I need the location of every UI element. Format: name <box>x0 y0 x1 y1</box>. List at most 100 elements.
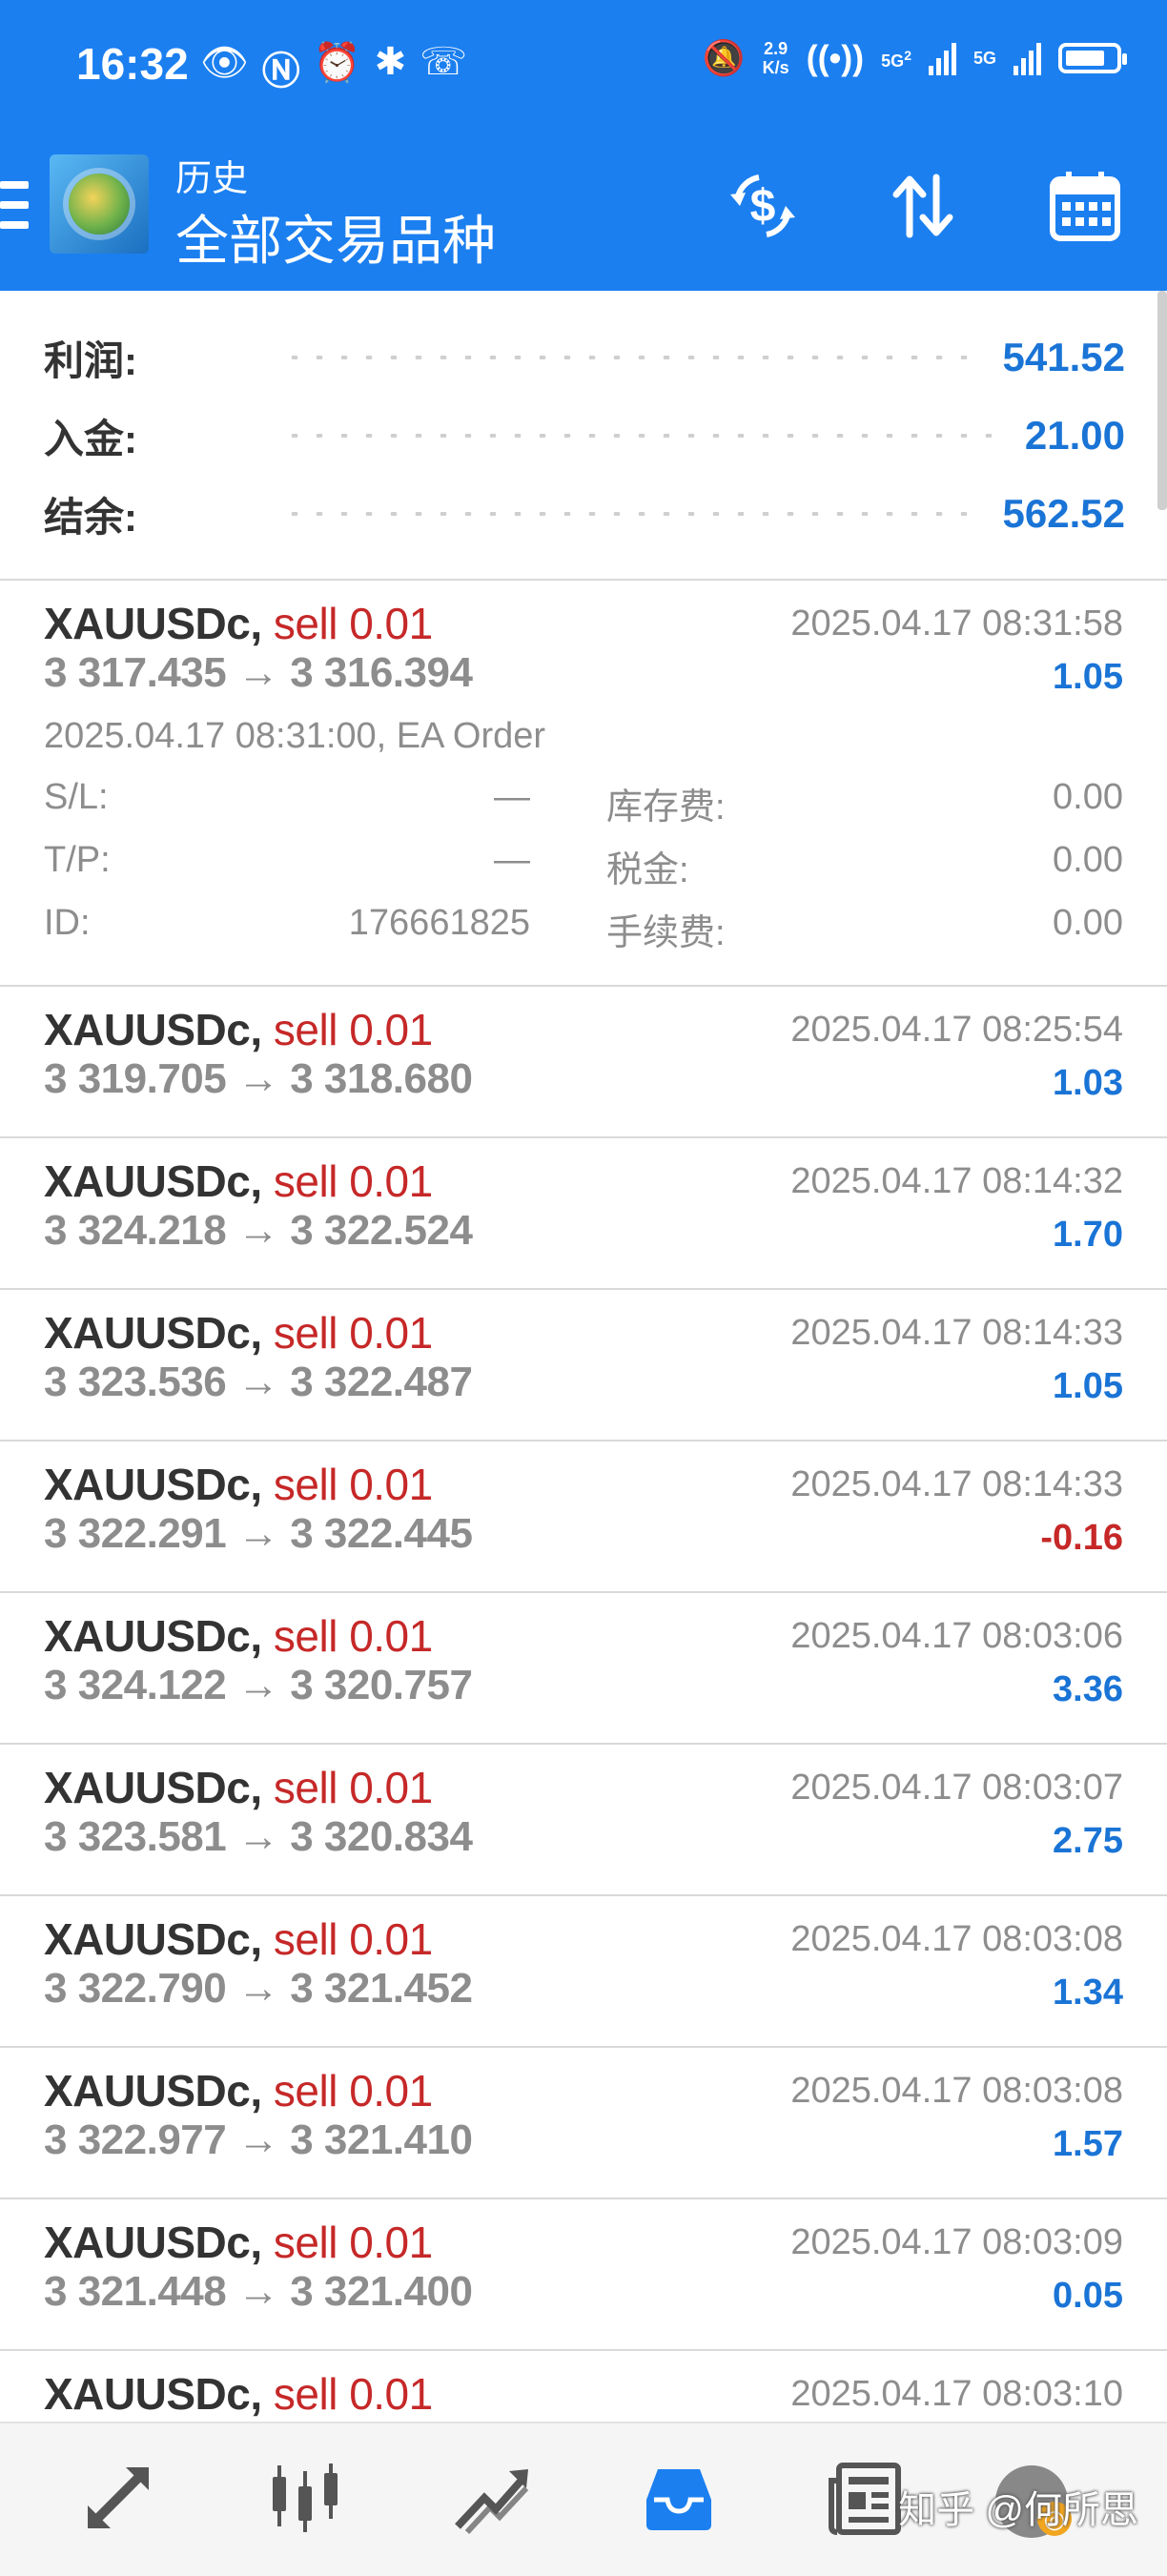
trade-row[interactable]: XAUUSDc, sell 0.01 3 324.122 → 3 320.757 2… <box>0 1593 1167 1745</box>
summary-label: 结余: <box>44 494 137 540</box>
trade-profit: -0.16 <box>1040 1518 1123 1558</box>
trade-row-expanded[interactable]: XAUUSDc, sell 0.01 3 317.435 → 3 316.394… <box>0 581 1167 987</box>
trade-row[interactable]: XAUUSDc, sell 0.01 3 321.448 → 3 321.400 2… <box>0 2199 1167 2351</box>
trade-side: sell 0.01 <box>273 1914 433 1964</box>
trade-profit: 2.75 <box>1053 1821 1123 1861</box>
status-left-icons: 👁 Ⓝ ⏰ ✱ ☏ <box>200 40 467 95</box>
net-speed: 2.9 K/s <box>763 39 789 77</box>
dollar-sync-button[interactable]: $ <box>723 166 803 246</box>
trade-profit: 1.34 <box>1053 1973 1123 2013</box>
calendar-icon <box>1050 172 1120 241</box>
detail-value: 0.00 <box>1053 903 1123 943</box>
detail-key: T/P: <box>44 840 111 880</box>
trade-row[interactable]: XAUUSDc, sell 0.01 3 322.977 → 3 321.410 2… <box>0 2048 1167 2199</box>
detail-value: 0.00 <box>1053 777 1123 817</box>
battery-icon <box>1058 43 1127 73</box>
trade-title: XAUUSDc, sell 0.01 <box>44 1913 433 1965</box>
calendar-button[interactable] <box>1045 166 1125 246</box>
trade-symbol: XAUUSDc, <box>44 1611 262 1661</box>
trade-title: XAUUSDc, sell 0.01 <box>44 598 433 649</box>
summary-value: 541.52 <box>1002 335 1125 379</box>
sim2-index: 2 <box>904 48 911 63</box>
trade-title: XAUUSDc, sell 0.01 <box>44 1610 433 1662</box>
detail-key: 税金: <box>606 850 689 890</box>
trade-row[interactable]: XAUUSDc, sell 0.01 3 323.536 → 3 322.487 2… <box>0 1290 1167 1441</box>
trade-title: XAUUSDc, sell 0.01 <box>44 2217 433 2268</box>
dotted-leader <box>282 434 996 438</box>
trade-symbol: XAUUSDc, <box>44 599 262 648</box>
trade-profit: 1.03 <box>1053 1063 1123 1103</box>
trade-prices: 3 324.218 → 3 322.524 <box>44 1207 473 1254</box>
toolbar: 历史 全部交易品种 $ <box>0 143 1167 291</box>
detail-row: ID: 176661825 手续费: 0.00 <box>44 903 1123 966</box>
app-bar: 16:32 👁 Ⓝ ⏰ ✱ ☏ 🔕 2.9 K/s ((•)) 5G2 5G 历… <box>0 0 1167 291</box>
nav-history[interactable] <box>633 2452 725 2544</box>
trade-icon <box>455 2469 529 2535</box>
trade-profit: 0.05 <box>1053 2276 1123 2316</box>
nav-trade[interactable] <box>446 2452 538 2544</box>
mute-bell-icon: 🔕 <box>702 38 746 77</box>
missed-call-icon: ☏ <box>420 41 468 83</box>
trade-symbol: XAUUSDc, <box>44 1156 262 1206</box>
trade-row[interactable]: XAUUSDc, sell 0.01 3 322.291 → 3 322.445 2… <box>0 1441 1167 1593</box>
trade-symbol: XAUUSDc, <box>44 1005 262 1054</box>
detail-value: 0.00 <box>1053 840 1123 880</box>
trade-open-info: 2025.04.17 08:31:00, EA Order <box>44 716 546 756</box>
menu-icon[interactable] <box>0 181 29 229</box>
summary-row-profit: 利润: 541.52 <box>44 324 1125 391</box>
nav-chart[interactable] <box>259 2452 351 2544</box>
trade-prices: 3 323.581 → 3 320.834 <box>44 1813 473 1860</box>
trade-prices: 3 321.448 → 3 321.400 <box>44 2268 473 2315</box>
trade-side: sell 0.01 <box>273 1156 433 1206</box>
trade-time: 2025.04.17 08:03:08 <box>790 1919 1123 1959</box>
trade-side: sell 0.01 <box>273 2369 433 2419</box>
trade-profit: 1.05 <box>1053 1366 1123 1406</box>
svg-text:$: $ <box>750 181 776 232</box>
trade-profit: 3.36 <box>1053 1669 1123 1709</box>
detail-value: — <box>494 840 530 880</box>
nav-quotes[interactable] <box>72 2452 164 2544</box>
trade-title: XAUUSDc, sell 0.01 <box>44 2368 433 2420</box>
signal-icon <box>1013 41 1041 75</box>
trade-side: sell 0.01 <box>273 2218 433 2267</box>
trade-symbol: XAUUSDc, <box>44 1308 262 1358</box>
trade-title: XAUUSDc, sell 0.01 <box>44 1004 433 1055</box>
trade-side: sell 0.01 <box>273 2066 433 2116</box>
trade-symbol: XAUUSDc, <box>44 1914 262 1964</box>
sort-icon <box>892 174 953 238</box>
status-clock: 16:32 <box>76 39 189 89</box>
trade-time: 2025.04.17 08:03:10 <box>790 2374 1123 2414</box>
trade-prices: 3 324.122 → 3 320.757 <box>44 1662 473 1708</box>
trade-row[interactable]: XAUUSDc, sell 0.01 3 319.705 → 3 318.680 2… <box>0 987 1167 1138</box>
detail-row: S/L: — 库存费: 0.00 <box>44 777 1123 840</box>
hotspot-icon: ((•)) <box>806 38 865 77</box>
page-subtitle: 历史 <box>175 159 249 199</box>
signal-icon <box>928 41 956 75</box>
summary-value: 21.00 <box>1024 413 1125 458</box>
trade-symbol: XAUUSDc, <box>44 2066 262 2116</box>
bluetooth-icon: ✱ <box>374 41 407 83</box>
sim1-label: 5G <box>972 49 996 68</box>
detail-value: 176661825 <box>348 903 530 943</box>
trade-row[interactable]: XAUUSDc, sell 0.01 3 324.218 → 3 322.524 2… <box>0 1138 1167 1290</box>
trade-row[interactable]: XAUUSDc, sell 0.01 3 323.581 → 3 320.834 2… <box>0 1745 1167 1896</box>
trade-prices: 3 323.536 → 3 322.487 <box>44 1359 473 1405</box>
symbol-filter-title[interactable]: 全部交易品种 <box>175 198 496 276</box>
dotted-leader <box>282 356 974 359</box>
net-speed-value: 2.9 <box>764 39 788 58</box>
trade-side: sell 0.01 <box>273 1460 433 1509</box>
trade-time: 2025.04.17 08:25:54 <box>790 1010 1123 1050</box>
trade-time: 2025.04.17 08:14:32 <box>790 1161 1123 1201</box>
trade-prices: 3 322.977 → 3 321.410 <box>44 2116 473 2163</box>
trade-time: 2025.04.17 08:03:09 <box>790 2222 1123 2262</box>
detail-key: S/L: <box>44 777 109 817</box>
trade-side: sell 0.01 <box>273 1611 433 1661</box>
trade-row[interactable]: XAUUSDc, sell 0.01 3 322.790 → 3 321.452 2… <box>0 1896 1167 2048</box>
trade-time: 2025.04.17 08:03:06 <box>790 1616 1123 1656</box>
detail-key: ID: <box>44 903 91 943</box>
sort-button[interactable] <box>883 166 963 246</box>
detail-key: 库存费: <box>606 787 726 828</box>
summary-value: 562.52 <box>1002 491 1125 536</box>
eye-icon: 👁 <box>200 42 249 84</box>
bottom-nav: ◎ 知乎 @何所思 <box>0 2422 1167 2576</box>
